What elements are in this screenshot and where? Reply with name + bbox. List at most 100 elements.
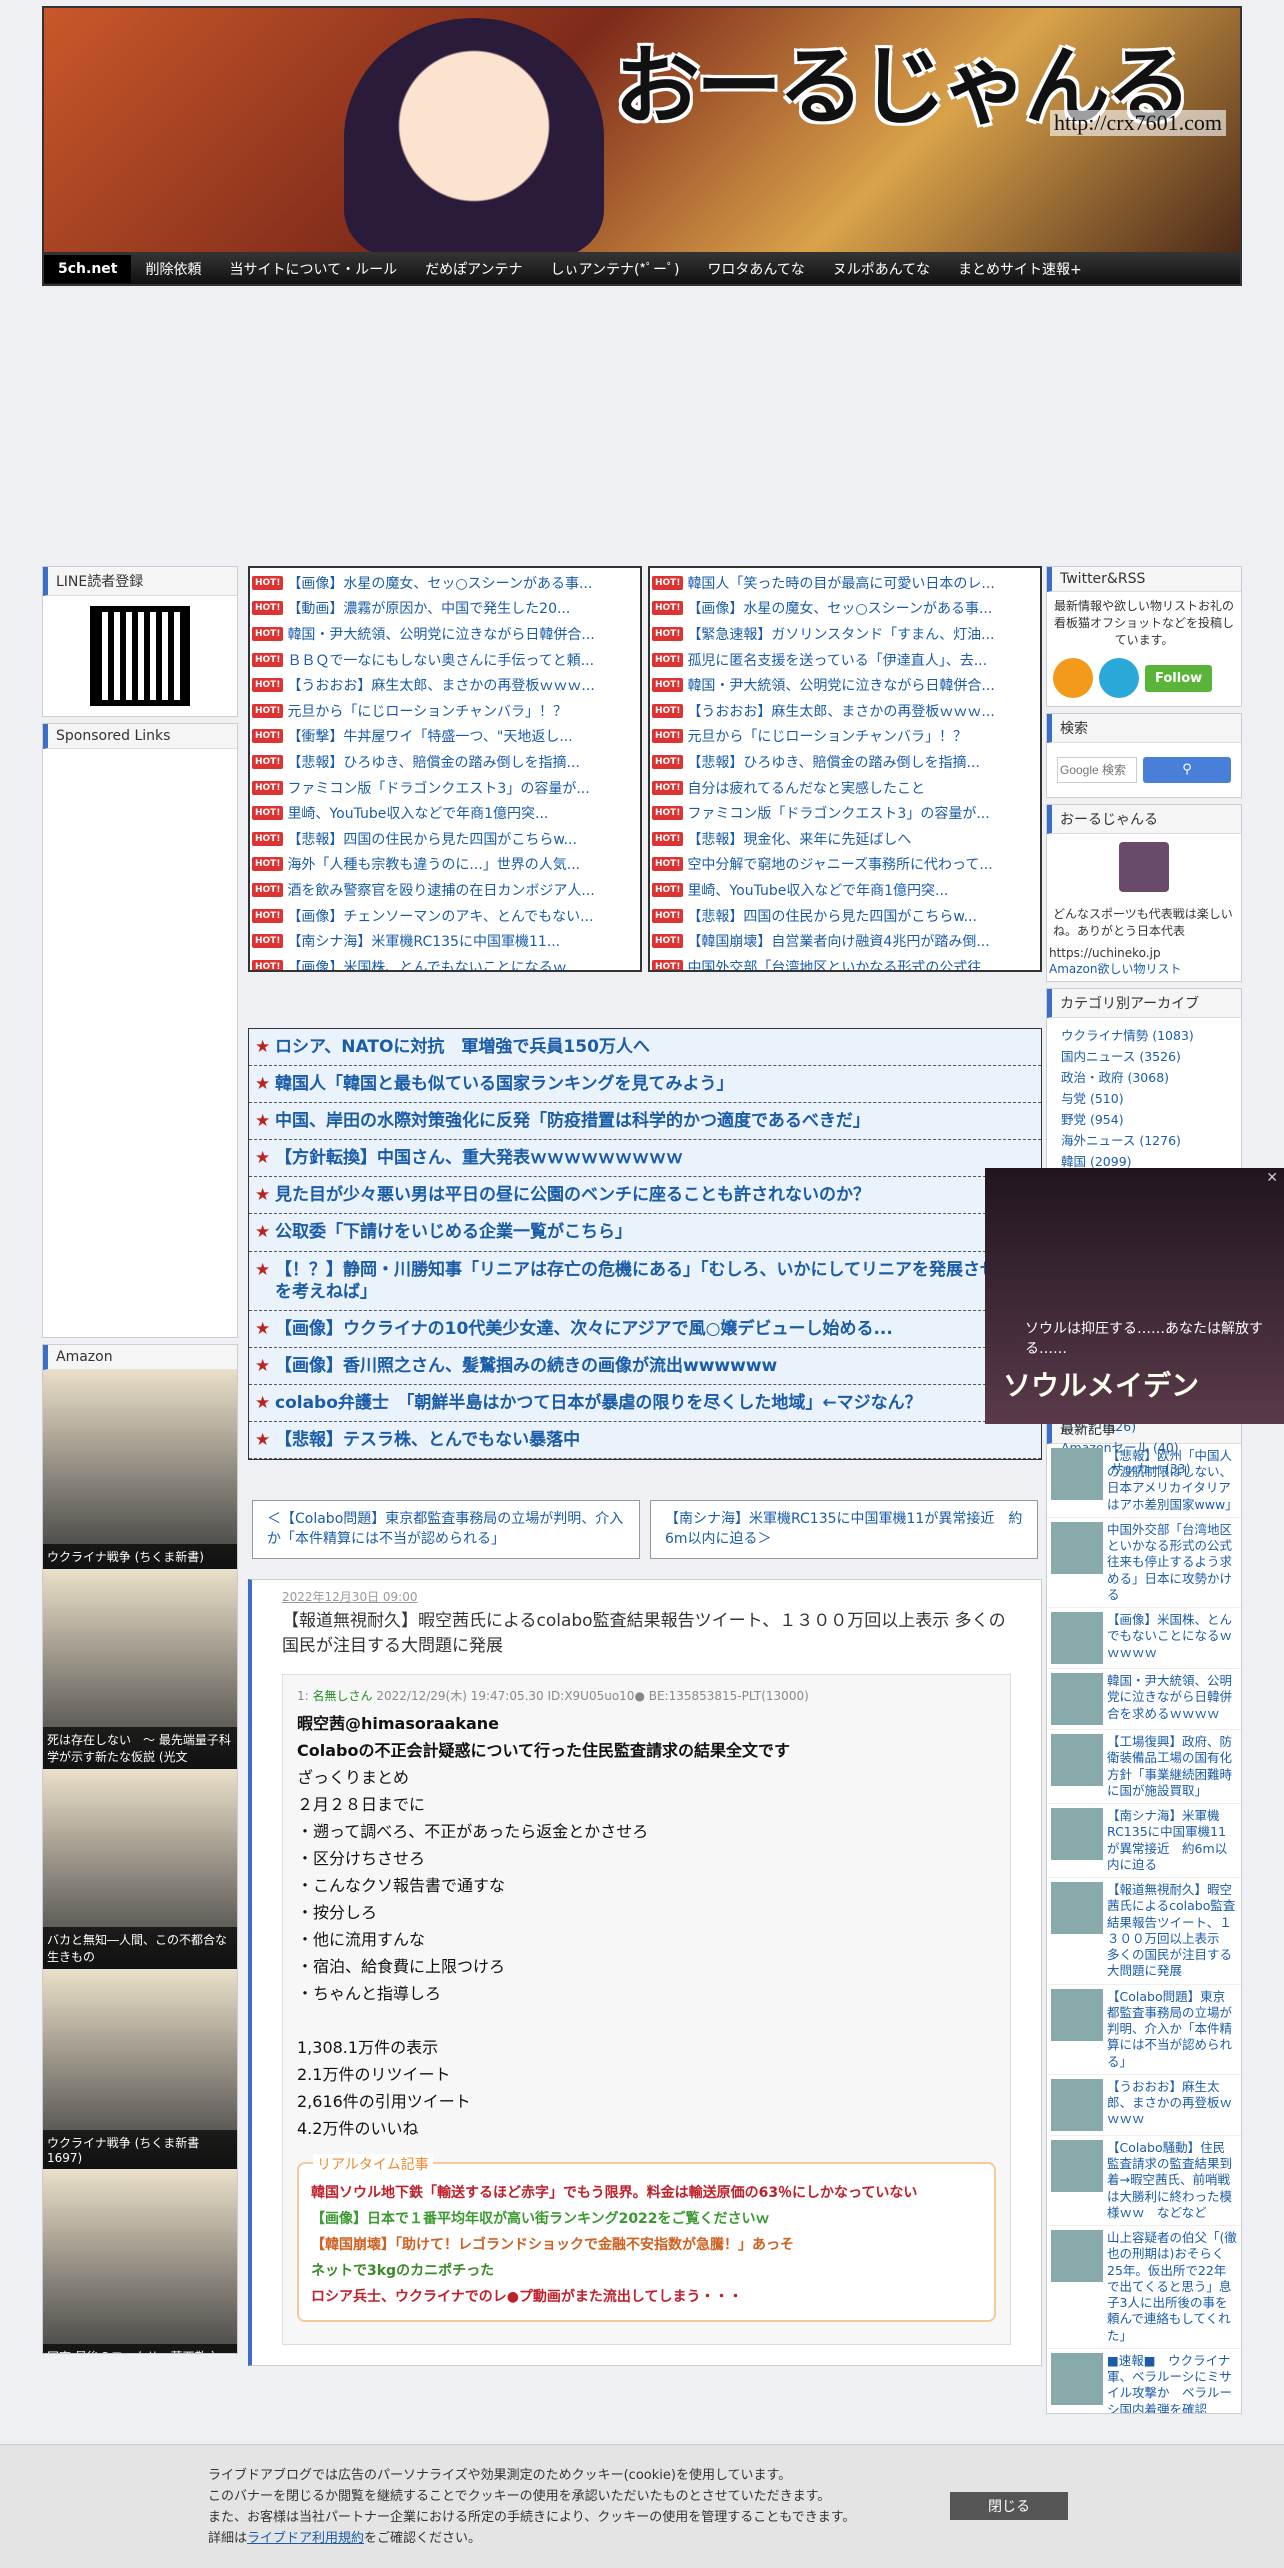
profile-link-wishlist[interactable]: Amazon欲しい物リスト bbox=[1049, 962, 1182, 976]
ticker-item[interactable]: HOT! 【画像】水星の魔女、セッ○スシーンがある事... bbox=[652, 596, 1038, 622]
ticker-item[interactable]: HOT! 【悲報】四国の住民から見た四国がこちらw... bbox=[252, 826, 638, 852]
latest-item[interactable]: 韓国・尹大統領、公明党に泣きながら日韓併合を求めるｗｗｗｗ bbox=[1047, 1669, 1241, 1731]
ticker-link[interactable]: ファミコン版「ドラゴンクエスト3」の容量が... bbox=[687, 803, 989, 823]
ticker-link[interactable]: 【画像】水星の魔女、セッ○スシーンがある事... bbox=[287, 573, 592, 593]
ticker-item[interactable]: HOT! 中国外交部「台湾地区といかなる形式の公式往... bbox=[652, 954, 1038, 970]
ticker-link[interactable]: 中国外交部「台湾地区といかなる形式の公式往... bbox=[687, 957, 994, 970]
category-link[interactable]: 野党 (954) bbox=[1047, 1108, 1241, 1129]
follow-button[interactable]: Follow bbox=[1145, 664, 1213, 692]
latest-item[interactable]: 【南シナ海】米軍機RC135に中国軍機11が異常接近 約6m以内に迫る bbox=[1047, 1804, 1241, 1879]
search-input[interactable] bbox=[1057, 757, 1137, 784]
terms-link[interactable]: ライブドア利用規約 bbox=[247, 2531, 364, 2546]
nav-item[interactable]: まとめサイト速報+ bbox=[944, 259, 1096, 279]
ticker-item[interactable]: HOT! 【画像】水星の魔女、セッ○スシーンがある事... bbox=[252, 570, 638, 596]
news-title[interactable]: 【報道無視耐久】暇空茜氏によるcolabo監査結果報告ツイート、１３００万回以上… bbox=[1107, 1882, 1237, 1980]
ticker-link[interactable]: 【画像】水星の魔女、セッ○スシーンがある事... bbox=[687, 598, 992, 618]
ticker-item[interactable]: HOT! 【画像】チェンソーマンのアキ、とんでもない... bbox=[252, 903, 638, 929]
featured-link[interactable]: ロシア、NATOに対抗 軍増強で兵員150万人へ bbox=[249, 1029, 1041, 1067]
nav-item[interactable]: 当サイトについて・ルール bbox=[215, 259, 411, 279]
ticker-item[interactable]: HOT! 【悲報】現金化、来年に先延ばしへ bbox=[652, 826, 1038, 852]
realtime-link[interactable]: ネットで3kgのカニポチった bbox=[311, 2258, 982, 2284]
category-link[interactable]: 与党 (510) bbox=[1047, 1087, 1241, 1108]
news-title[interactable]: 韓国・尹大統領、公明党に泣きながら日韓併合を求めるｗｗｗｗ bbox=[1107, 1673, 1237, 1725]
featured-link[interactable]: colabo弁護士 「朝鮮半島はかつて日本が暴虐の限りを尽くした地域」←マジなん… bbox=[249, 1384, 1041, 1423]
featured-link[interactable]: 中国、岸田の水際対策強化に反発「防疫措置は科学的かつ適度であるべきだ」 bbox=[249, 1103, 1041, 1141]
category-link[interactable]: 海外ニュース (1276) bbox=[1047, 1129, 1241, 1150]
amazon-book[interactable]: ウクライナ戦争 (ちくま新書 1697) bbox=[43, 1970, 237, 2170]
ticker-link[interactable]: 【南シナ海】米軍機RC135に中国軍機11... bbox=[287, 931, 560, 951]
ticker-link[interactable]: 【動画】濃霧が原因か、中国で発生した20... bbox=[287, 598, 570, 618]
next-article-link[interactable]: 【南シナ海】米軍機RC135に中国軍機11が異常接近 約6m以内に迫る＞ bbox=[650, 1500, 1038, 1559]
featured-link[interactable]: 【方針転換】中国さん、重大発表ｗｗｗｗｗｗｗｗｗ bbox=[249, 1140, 1041, 1178]
ticker-item[interactable]: HOT! 里崎、YouTube収入などで年商1億円突... bbox=[252, 800, 638, 826]
featured-link[interactable]: 【画像】香川照之さん、髪鷲掴みの続きの画像が流出wwwwww bbox=[249, 1347, 1041, 1385]
realtime-link[interactable]: ロシア兵士、ウクライナでのレ●プ動画がまた流出してしまう・・・ bbox=[311, 2284, 982, 2310]
ticker-link[interactable]: 韓国・尹大統領、公明党に泣きながら日韓併合... bbox=[287, 624, 594, 644]
amazon-book[interactable]: バカと無知―人間、この不都合な生きもの bbox=[43, 1770, 237, 1970]
ticker-link[interactable]: 【画像】米国株、とんでもないことになるｗ... bbox=[287, 957, 580, 970]
ticker-link[interactable]: 里崎、YouTube収入などで年商1億円突... bbox=[287, 803, 548, 823]
ticker-item[interactable]: HOT! 韓国・尹大統領、公明党に泣きながら日韓併合... bbox=[252, 621, 638, 647]
nav-item[interactable]: ワロタあんてな bbox=[693, 259, 818, 279]
ticker-link[interactable]: 里崎、YouTube収入などで年商1億円突... bbox=[687, 880, 948, 900]
latest-item[interactable]: 【うおおお】麻生太郎、まさかの再登板ｗｗｗｗ bbox=[1047, 2075, 1241, 2136]
ticker-item[interactable]: HOT! 里崎、YouTube収入などで年商1億円突... bbox=[652, 877, 1038, 903]
latest-item[interactable]: 【報道無視耐久】暇空茜氏によるcolabo監査結果報告ツイート、１３００万回以上… bbox=[1047, 1878, 1241, 1985]
news-title[interactable]: 【Colabo騒動】住民監査請求の監査結果到着→暇空茜氏、前哨戦は大勝利に終わっ… bbox=[1107, 2140, 1237, 2221]
ticker-link[interactable]: 【韓国崩壊】自営業者向け融資4兆円が踏み倒... bbox=[687, 931, 989, 951]
ticker-item[interactable]: HOT! 【悲報】四国の住民から見た四国がこちらw... bbox=[652, 903, 1038, 929]
popup-ad[interactable]: ✕ ソウルは抑圧する……あなたは解放する…… ソウルメイデン bbox=[985, 1168, 1284, 1424]
featured-link[interactable]: 公取委「下請けをいじめる企業一覧がこちら」 bbox=[249, 1214, 1041, 1252]
amazon-book[interactable]: 死は存在しない ～ 最先端量子科学が示す新たな仮説 (光文 bbox=[43, 1570, 237, 1770]
nav-item[interactable]: ヌルポあんてな bbox=[819, 259, 944, 279]
ticker-item[interactable]: HOT! 【動画】濃霧が原因か、中国で発生した20... bbox=[252, 596, 638, 622]
ticker-link[interactable]: 酒を飲み警察官を殴り逮捕の在日カンボジア人... bbox=[287, 880, 594, 900]
amazon-book[interactable]: ウクライナ戦争 (ちくま新書) bbox=[43, 1370, 237, 1570]
nav-item[interactable]: しぃアンテナ(*ﾟーﾟ) bbox=[537, 259, 694, 279]
category-link[interactable]: 政治・政府 (3068) bbox=[1047, 1066, 1241, 1087]
close-icon[interactable]: ✕ bbox=[1266, 1170, 1278, 1186]
ticker-item[interactable]: HOT! 【衝撃】牛丼屋ワイ「特盛一つ、"天地返し... bbox=[252, 724, 638, 750]
category-link[interactable]: ウクライナ情勢 (1083) bbox=[1047, 1024, 1241, 1045]
category-link[interactable]: 国内ニュース (3526) bbox=[1047, 1045, 1241, 1066]
ticker-link[interactable]: 【悲報】ひろゆき、賠償金の踏み倒しを指摘... bbox=[287, 752, 579, 772]
rss-icon[interactable] bbox=[1053, 658, 1093, 699]
ticker-link[interactable]: 【うおおお】麻生太郎、まさかの再登板ｗｗｗ... bbox=[287, 675, 594, 695]
ticker-link[interactable]: 【悲報】四国の住民から見た四国がこちらw... bbox=[287, 829, 577, 849]
news-title[interactable]: 中国外交部「台湾地区といかなる形式の公式往来も停止するよう求める」日本に攻勢かけ… bbox=[1107, 1522, 1237, 1603]
amazon-book[interactable]: 国商 最後のフィクサー葛西敬之 bbox=[43, 2170, 237, 2353]
ticker-item[interactable]: HOT! 【緊急速報】ガソリンスタンド「すまん、灯油... bbox=[652, 621, 1038, 647]
featured-link[interactable]: 【画像】ウクライナの10代美少女達、次々にアジアで風○嬢デビューし始める... bbox=[249, 1310, 1041, 1348]
ticker-item[interactable]: HOT! 【悲報】ひろゆき、賠償金の踏み倒しを指摘... bbox=[252, 749, 638, 775]
ticker-link[interactable]: 【画像】チェンソーマンのアキ、とんでもない... bbox=[287, 906, 593, 926]
site-header-banner[interactable]: おーるじゃんる http://crx7601.com bbox=[42, 6, 1242, 254]
ticker-item[interactable]: HOT! 元旦から「にじローションチャンバラ」！？ bbox=[652, 724, 1038, 750]
news-title[interactable]: ■速報■ ウクライナ軍、ベラルーシにミサイル攻撃か ベラルーシ国内着弾を確認 bbox=[1107, 2353, 1237, 2413]
ticker-item[interactable]: HOT! ファミコン版「ドラゴンクエスト3」の容量が... bbox=[652, 800, 1038, 826]
news-title[interactable]: 【工場復興】政府、防衛装備品工場の国有化方針「事業継続困難時に国が施設買取」 bbox=[1107, 1734, 1237, 1799]
ticker-link[interactable]: 【衝撃】牛丼屋ワイ「特盛一つ、"天地返し... bbox=[287, 726, 572, 746]
latest-item[interactable]: 【Colabo騒動】住民監査請求の監査結果到着→暇空茜氏、前哨戦は大勝利に終わっ… bbox=[1047, 2136, 1241, 2227]
ticker-link[interactable]: ＢＢＱで一なにもしない奥さんに手伝ってと頼... bbox=[287, 650, 594, 670]
ticker-link[interactable]: 【緊急速報】ガソリンスタンド「すまん、灯油... bbox=[687, 624, 994, 644]
ticker-link[interactable]: 【悲報】四国の住民から見た四国がこちらw... bbox=[687, 906, 977, 926]
latest-item[interactable]: 中国外交部「台湾地区といかなる形式の公式往来も停止するよう求める」日本に攻勢かけ… bbox=[1047, 1518, 1241, 1609]
ticker-link[interactable]: 海外「人種も宗教も違うのに...」世界の人気... bbox=[287, 854, 580, 874]
nav-item[interactable]: 削除依頼 bbox=[131, 259, 215, 279]
nav-item[interactable]: 5ch.net bbox=[44, 255, 132, 283]
ticker-link[interactable]: 孤児に匿名支援を送っている「伊達直人」、去... bbox=[687, 650, 987, 670]
featured-link[interactable]: 韓国人「韓国と最も似ている国家ランキングを見てみよう」 bbox=[249, 1066, 1041, 1104]
realtime-link[interactable]: 韓国ソウル地下鉄「輸送するほど赤字」でもう限界。料金は輸送原価の63％にしかなっ… bbox=[311, 2180, 982, 2206]
ticker-item[interactable]: HOT! 【画像】米国株、とんでもないことになるｗ... bbox=[252, 954, 638, 970]
search-button[interactable]: ⚲ bbox=[1143, 757, 1231, 784]
realtime-link[interactable]: 【韓国崩壊】「助けて！レゴランドショックで金融不安指数が急騰！」あっそ bbox=[311, 2232, 982, 2258]
ticker-item[interactable]: HOT! 【韓国崩壊】自営業者向け融資4兆円が踏み倒... bbox=[652, 928, 1038, 954]
nav-item[interactable]: だめぽアンテナ bbox=[411, 259, 536, 279]
latest-item[interactable]: 山上容疑者の伯父「(徹也の刑期は)おそらく25年。仮出所で22年で出てくると思う… bbox=[1047, 2226, 1241, 2349]
cookie-close-button[interactable]: 閉じる bbox=[950, 2492, 1068, 2520]
ticker-link[interactable]: ファミコン版「ドラゴンクエスト3」の容量が... bbox=[287, 778, 589, 798]
news-title[interactable]: 【うおおお】麻生太郎、まさかの再登板ｗｗｗｗ bbox=[1107, 2079, 1237, 2131]
ticker-item[interactable]: HOT! 海外「人種も宗教も違うのに...」世界の人気... bbox=[252, 852, 638, 878]
featured-link[interactable]: 【悲報】テスラ株、とんでもない暴落中 bbox=[249, 1422, 1041, 1460]
realtime-link[interactable]: 【画像】日本で１番平均年収が高い街ランキング2022をご覧くださいｗ bbox=[311, 2206, 982, 2232]
